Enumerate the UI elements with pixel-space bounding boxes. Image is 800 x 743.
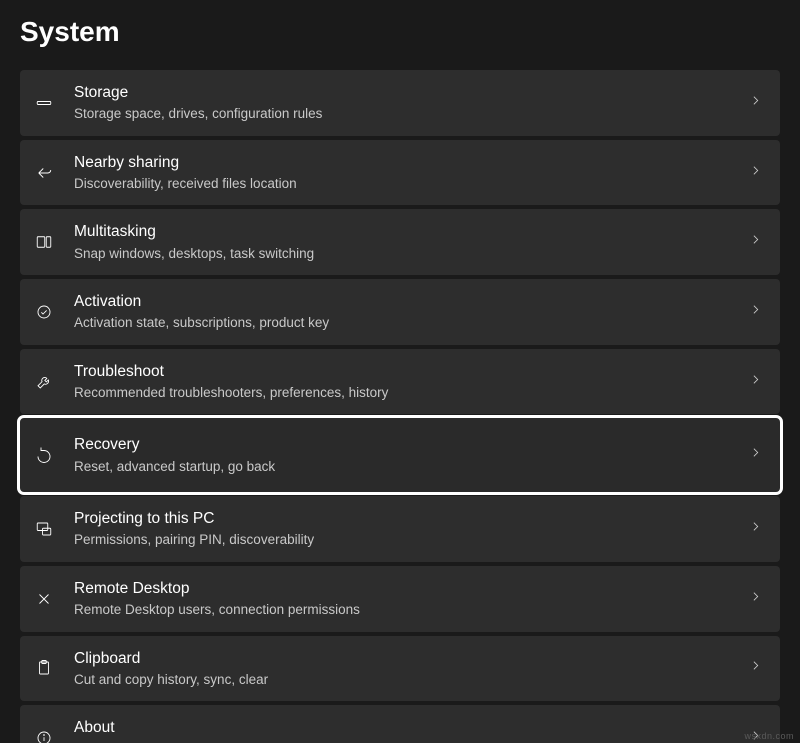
system-settings-page: System Storage Storage space, drives, con… [0, 0, 800, 743]
multitask-icon [34, 232, 54, 252]
chevron-right-icon [749, 520, 762, 538]
chevron-right-icon [749, 164, 762, 182]
settings-item-text: Nearby sharing Discoverability, received … [74, 153, 737, 193]
chevron-right-icon [749, 446, 762, 464]
settings-item-remote-desktop[interactable]: Remote Desktop Remote Desktop users, conn… [20, 566, 780, 632]
settings-item-text: AboutDevice specifications, rename PC, W… [74, 718, 737, 743]
chevron-right-icon [749, 94, 762, 112]
settings-item-desc: Discoverability, received files location [74, 175, 737, 193]
settings-item-title: Nearby sharing [74, 153, 737, 173]
settings-item-desc: Reset, advanced startup, go back [74, 458, 737, 476]
storage-icon [34, 93, 54, 113]
settings-item-title: Projecting to this PC [74, 509, 737, 529]
settings-item-text: Activation Activation state, subscription… [74, 292, 737, 332]
settings-item-multitasking[interactable]: Multitasking Snap windows, desktops, task… [20, 209, 780, 275]
settings-item-desc: Snap windows, desktops, task switching [74, 245, 737, 263]
settings-item-desc: Recommended troubleshooters, preferences… [74, 384, 737, 402]
settings-item-text: Remote Desktop Remote Desktop users, conn… [74, 579, 737, 619]
page-title: System [20, 16, 780, 48]
settings-item-desc: Cut and copy history, sync, clear [74, 671, 737, 689]
watermark: wsxdn.com [744, 731, 794, 741]
settings-item-title: Remote Desktop [74, 579, 737, 599]
settings-item-desc: Remote Desktop users, connection permiss… [74, 601, 737, 619]
settings-item-title: Storage [74, 83, 737, 103]
settings-item-title: Activation [74, 292, 737, 312]
project-icon [34, 519, 54, 539]
settings-item-text: Recovery Reset, advanced startup, go back [74, 435, 737, 475]
settings-item-storage[interactable]: Storage Storage space, drives, configurat… [20, 70, 780, 136]
settings-item-text: Storage Storage space, drives, configurat… [74, 83, 737, 123]
chevron-right-icon [749, 373, 762, 391]
wrench-icon [34, 372, 54, 392]
settings-item-title: Troubleshoot [74, 362, 737, 382]
chevron-right-icon [749, 233, 762, 251]
settings-item-desc: Permissions, pairing PIN, discoverabilit… [74, 531, 737, 549]
share-icon [34, 163, 54, 183]
check-circle-icon [34, 302, 54, 322]
settings-item-text: Troubleshoot Recommended troubleshooters,… [74, 362, 737, 402]
settings-item-activation[interactable]: Activation Activation state, subscription… [20, 279, 780, 345]
settings-item-title: Recovery [74, 435, 737, 455]
settings-item-recovery[interactable]: Recovery Reset, advanced startup, go back [20, 418, 780, 492]
settings-item-troubleshoot[interactable]: Troubleshoot Recommended troubleshooters,… [20, 349, 780, 415]
chevron-right-icon [749, 303, 762, 321]
settings-item-text: Multitasking Snap windows, desktops, task… [74, 222, 737, 262]
settings-item-clipboard[interactable]: Clipboard Cut and copy history, sync, cle… [20, 636, 780, 702]
settings-item-title: Clipboard [74, 649, 737, 669]
settings-item-title: About [74, 718, 737, 738]
settings-item-text: Projecting to this PC Permissions, pairin… [74, 509, 737, 549]
settings-item-about[interactable]: AboutDevice specifications, rename PC, W… [20, 705, 780, 743]
settings-item-projecting-to-this-pc[interactable]: Projecting to this PC Permissions, pairin… [20, 496, 780, 562]
settings-item-title: Multitasking [74, 222, 737, 242]
chevron-right-icon [749, 590, 762, 608]
settings-list: Storage Storage space, drives, configurat… [20, 70, 780, 743]
settings-item-text: Clipboard Cut and copy history, sync, cle… [74, 649, 737, 689]
settings-item-nearby-sharing[interactable]: Nearby sharing Discoverability, received … [20, 140, 780, 206]
info-icon [34, 728, 54, 743]
remote-icon [34, 589, 54, 609]
recovery-icon [34, 445, 54, 465]
chevron-right-icon [749, 659, 762, 677]
settings-item-desc: Activation state, subscriptions, product… [74, 314, 737, 332]
settings-item-desc: Storage space, drives, configuration rul… [74, 105, 737, 123]
clipboard-icon [34, 658, 54, 678]
